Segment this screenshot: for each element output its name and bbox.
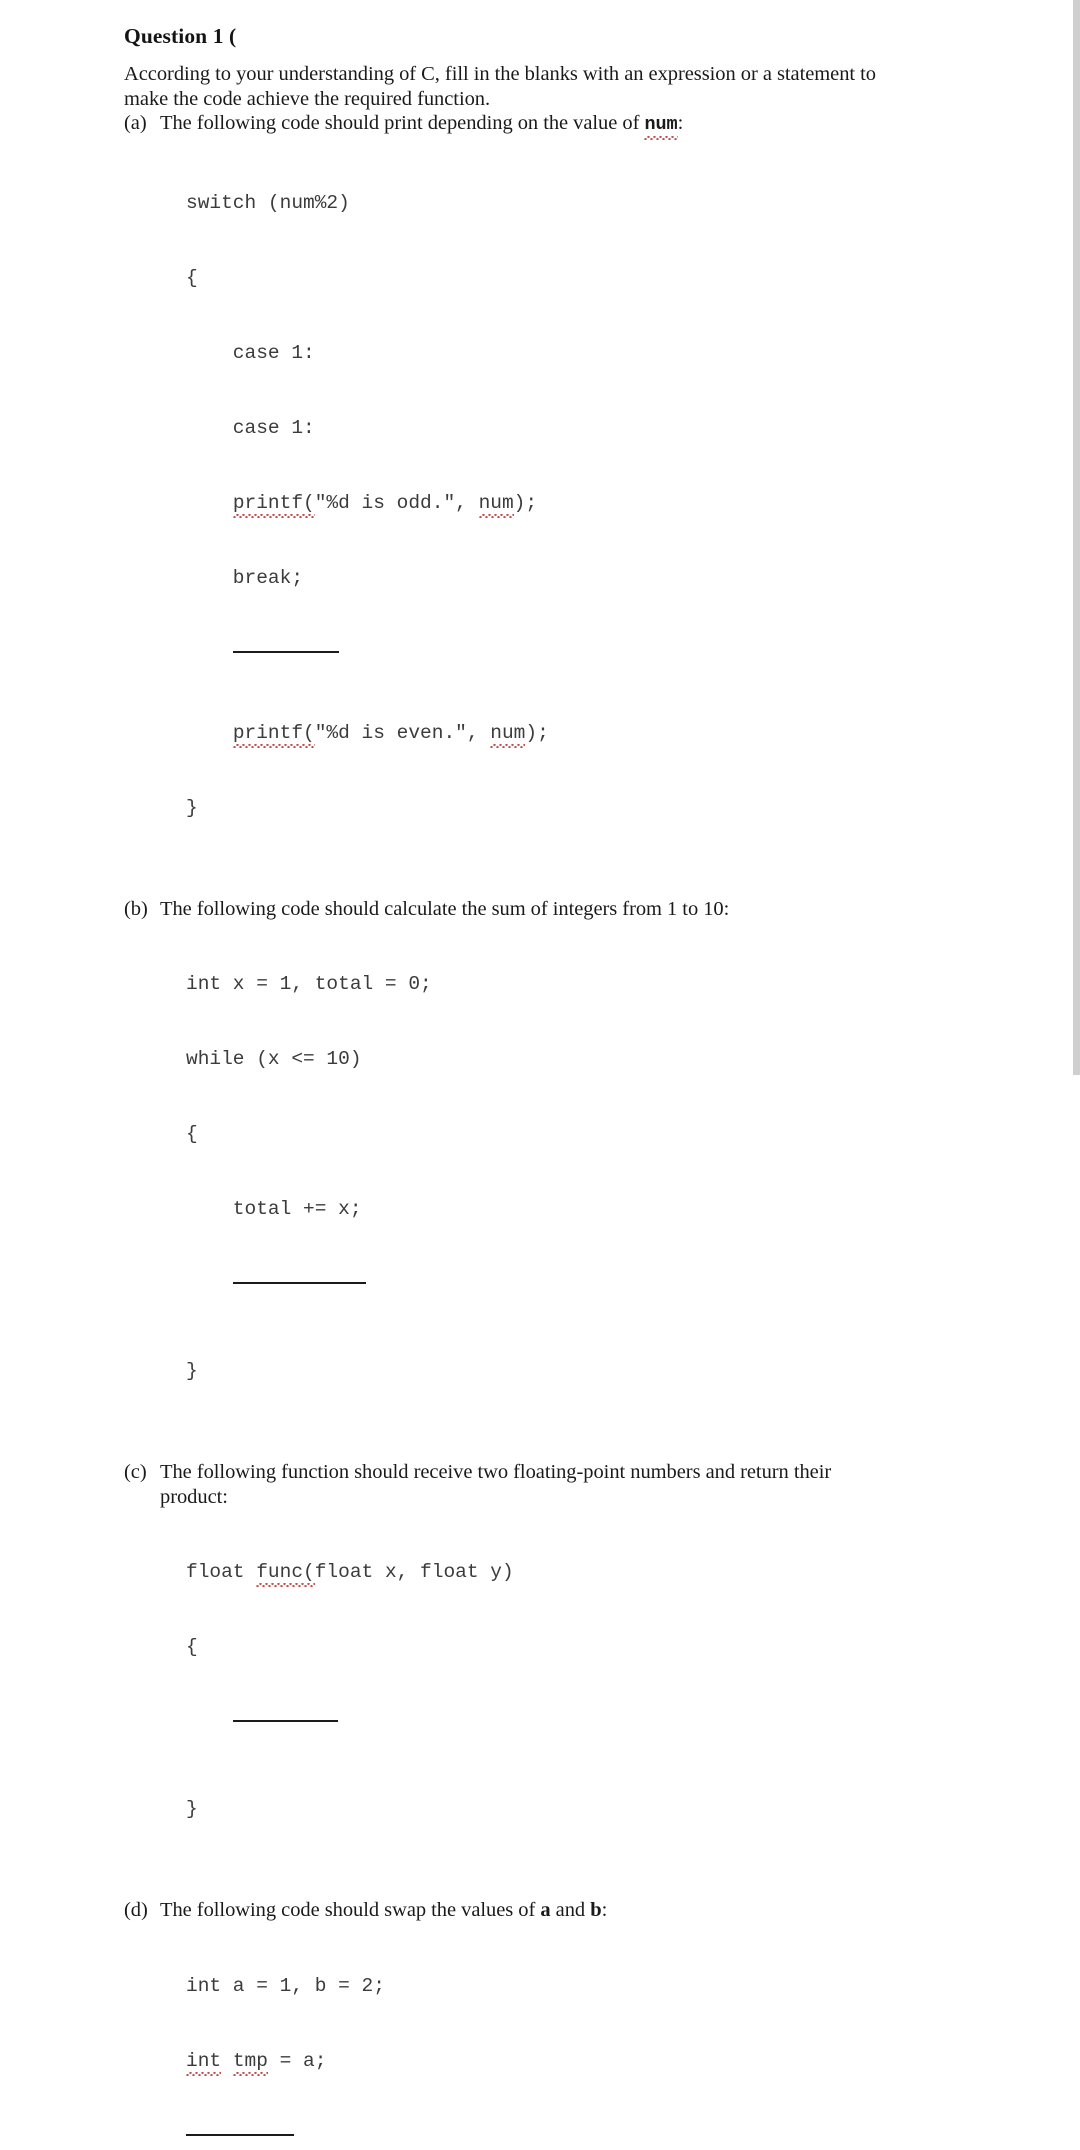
part-c-answer-blank-line [186, 1710, 954, 1747]
part-d-keyword-a: a [540, 1899, 550, 1921]
section-gap [124, 871, 954, 897]
code-line: total += x; [186, 1197, 954, 1222]
code-line: } [186, 796, 954, 821]
code-line: { [186, 1635, 954, 1660]
spellcheck-func: func( [256, 1560, 315, 1585]
code-line: } [186, 1359, 954, 1384]
page-right-edge [1073, 0, 1080, 1075]
part-a-answer-blank[interactable] [233, 650, 339, 653]
part-d-prompt-text: The following code should swap the value… [160, 1899, 540, 1921]
intro-line-1: According to your understanding of C, fi… [124, 62, 956, 87]
part-b-prompt: (b) The following code should calculate t… [124, 897, 954, 922]
part-d-answer-blank-line [186, 2124, 954, 2150]
spellcheck-printf: printf( [233, 721, 315, 746]
part-c-code-block: float func(float x, float y) { } [186, 1510, 954, 1872]
spellcheck-num: num [479, 491, 514, 516]
document-content: Question 1 ( According to your understan… [124, 22, 954, 2150]
part-a: (a) The following code should print depen… [124, 111, 954, 871]
page-title: Question 1 ( [124, 22, 954, 50]
code-line: { [186, 1122, 954, 1147]
part-c-prompt-line-2: product: [160, 1485, 950, 1510]
code-line: int a = 1, b = 2; [186, 1974, 954, 1999]
part-b-prompt-text: The following code should calculate the … [160, 898, 729, 920]
part-a-prompt-tail: : [678, 112, 684, 134]
part-c-answer-blank[interactable] [233, 1719, 338, 1722]
part-d-keyword-b: b [590, 1899, 601, 1921]
part-d-label: (d) [124, 1898, 148, 1923]
code-line: case 1: [186, 341, 954, 366]
document-page: Question 1 ( According to your understan… [0, 0, 1073, 1075]
part-b-answer-blank[interactable] [233, 1281, 366, 1284]
spellcheck-tmp: tmp [233, 2049, 268, 2074]
part-a-answer-blank-line [186, 641, 954, 671]
part-a-keyword-num: num [644, 113, 677, 138]
code-line: switch (num%2) [186, 191, 954, 216]
part-c-prompt: (c) The following function should receive… [124, 1460, 950, 1509]
part-c-label: (c) [124, 1460, 147, 1485]
part-b: (b) The following code should calculate t… [124, 897, 954, 1435]
code-line: int x = 1, total = 0; [186, 972, 954, 997]
code-line: } [186, 1797, 954, 1822]
code-line: while (x <= 10) [186, 1047, 954, 1072]
code-line: case 1: [186, 416, 954, 441]
part-a-prompt-text: The following code should print dependin… [160, 112, 644, 134]
spellcheck-int: int [186, 2049, 221, 2074]
part-b-answer-blank-line [186, 1272, 954, 1309]
spellcheck-printf: printf( [233, 491, 315, 516]
part-c: (c) The following function should receive… [124, 1460, 954, 1872]
section-gap [124, 1872, 954, 1898]
code-line: printf("%d is even.", num); [186, 721, 954, 746]
code-line: int tmp = a; [186, 2049, 954, 2074]
section-gap [124, 1434, 954, 1460]
code-line: float func(float x, float y) [186, 1560, 954, 1585]
part-d-answer-blank[interactable] [186, 2133, 294, 2136]
part-a-label: (a) [124, 111, 147, 136]
part-a-code-block: switch (num%2) { case 1: case 1: printf(… [186, 141, 954, 871]
intro-paragraph: According to your understanding of C, fi… [124, 62, 956, 111]
part-c-prompt-text: The following function should receive tw… [160, 1461, 831, 1483]
part-d-prompt-middle: and [551, 1899, 591, 1921]
code-line: printf("%d is odd.", num); [186, 491, 954, 516]
part-b-label: (b) [124, 897, 148, 922]
spellcheck-num: num [490, 721, 525, 746]
code-line: { [186, 266, 954, 291]
part-b-code-block: int x = 1, total = 0; while (x <= 10) { … [186, 922, 954, 1434]
part-d: (d) The following code should swap the va… [124, 1898, 954, 2150]
code-line: break; [186, 566, 954, 591]
part-d-prompt-tail: : [602, 1899, 608, 1921]
intro-line-2: make the code achieve the required funct… [124, 87, 956, 112]
part-a-prompt: (a) The following code should print depen… [124, 111, 954, 138]
part-d-code-block: int a = 1, b = 2; int tmp = a; b = tmp; [186, 1924, 954, 2150]
part-d-prompt: (d) The following code should swap the va… [124, 1898, 954, 1923]
